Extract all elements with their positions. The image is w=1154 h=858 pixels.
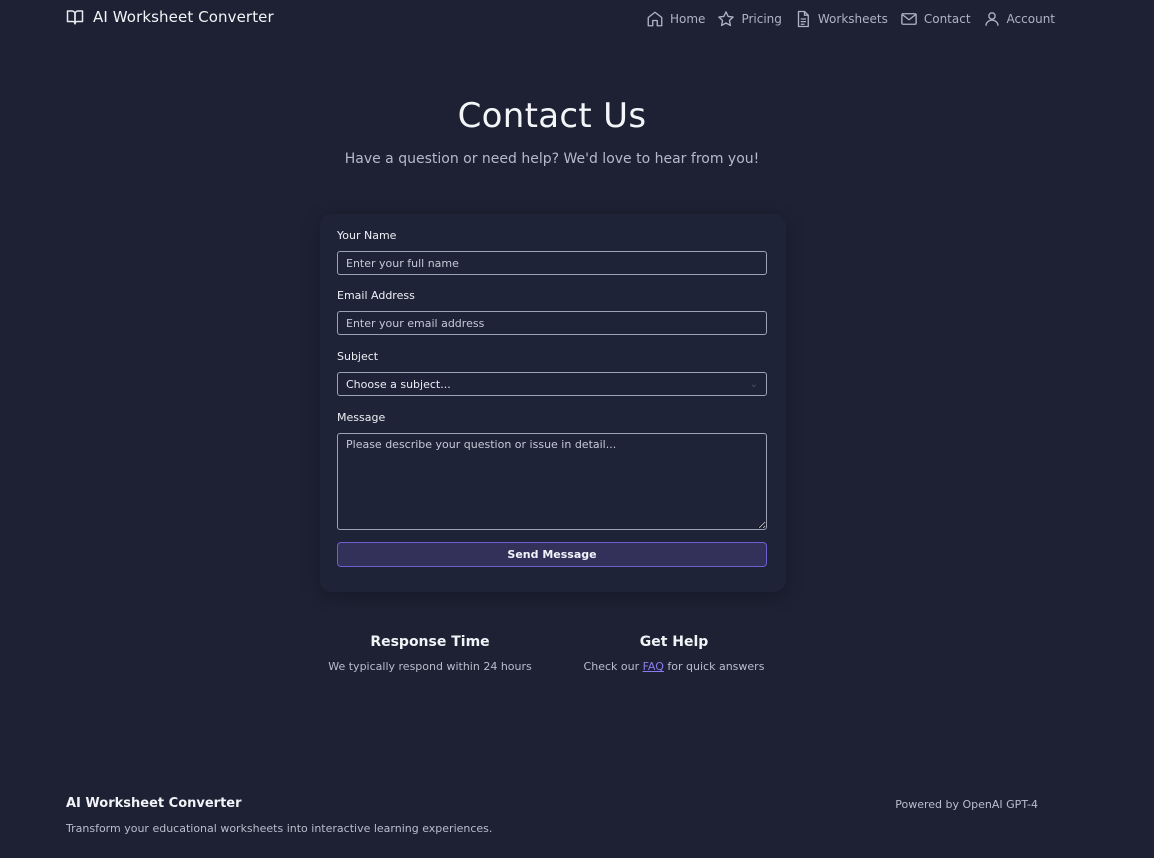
book-open-icon bbox=[66, 10, 84, 25]
document-icon bbox=[797, 10, 809, 28]
nav-contact[interactable]: Contact bbox=[900, 9, 971, 29]
subject-select[interactable]: Choose a subject... ⌄ bbox=[337, 372, 767, 396]
site-header: AI Worksheet Converter Home Pricing Work… bbox=[0, 0, 1154, 36]
nav-pricing[interactable]: Pricing bbox=[717, 9, 782, 29]
subject-label: Subject bbox=[337, 350, 379, 363]
main-nav: Home Pricing Worksheets Contact Account bbox=[646, 9, 1067, 29]
home-icon bbox=[647, 11, 663, 27]
email-label: Email Address bbox=[337, 289, 415, 302]
nav-home-label: Home bbox=[670, 12, 706, 26]
get-help-text-after: for quick answers bbox=[663, 660, 765, 673]
footer-powered-by: Powered by OpenAI GPT-4 bbox=[895, 798, 1038, 811]
chevron-down-icon: ⌄ bbox=[749, 378, 758, 390]
footer-brand: AI Worksheet Converter bbox=[66, 796, 242, 811]
mail-icon bbox=[901, 13, 917, 25]
nav-account-label: Account bbox=[1006, 12, 1055, 26]
get-help-title: Get Help bbox=[639, 634, 709, 650]
get-help-text: Check our FAQ for quick answers bbox=[564, 660, 784, 673]
nav-account[interactable]: Account bbox=[983, 9, 1055, 29]
email-field[interactable] bbox=[337, 311, 767, 335]
message-label: Message bbox=[337, 411, 386, 424]
subject-select-value: Choose a subject... bbox=[346, 377, 451, 391]
nav-worksheets[interactable]: Worksheets bbox=[794, 9, 888, 29]
response-time-title: Response Time bbox=[370, 634, 490, 650]
brand-name: AI Worksheet Converter bbox=[93, 8, 274, 26]
nav-contact-label: Contact bbox=[923, 12, 971, 26]
star-icon bbox=[718, 11, 735, 27]
page-subtitle: Have a question or need help? We'd love … bbox=[344, 151, 760, 167]
page-title: Contact Us bbox=[457, 96, 647, 136]
message-textarea[interactable] bbox=[337, 433, 767, 530]
nav-home[interactable]: Home bbox=[646, 9, 705, 29]
response-time-text: We typically respond within 24 hours bbox=[328, 660, 532, 673]
get-help-text-before: Check our bbox=[583, 660, 643, 673]
send-message-button[interactable]: Send Message bbox=[337, 542, 767, 567]
faq-link[interactable]: FAQ bbox=[643, 660, 664, 673]
nav-worksheets-label: Worksheets bbox=[817, 12, 888, 26]
name-field[interactable] bbox=[337, 251, 767, 275]
user-icon bbox=[984, 12, 999, 26]
name-label: Your Name bbox=[337, 229, 397, 242]
footer-tagline: Transform your educational worksheets in… bbox=[66, 822, 493, 835]
brand-link[interactable]: AI Worksheet Converter bbox=[66, 8, 274, 26]
nav-pricing-label: Pricing bbox=[741, 12, 782, 26]
